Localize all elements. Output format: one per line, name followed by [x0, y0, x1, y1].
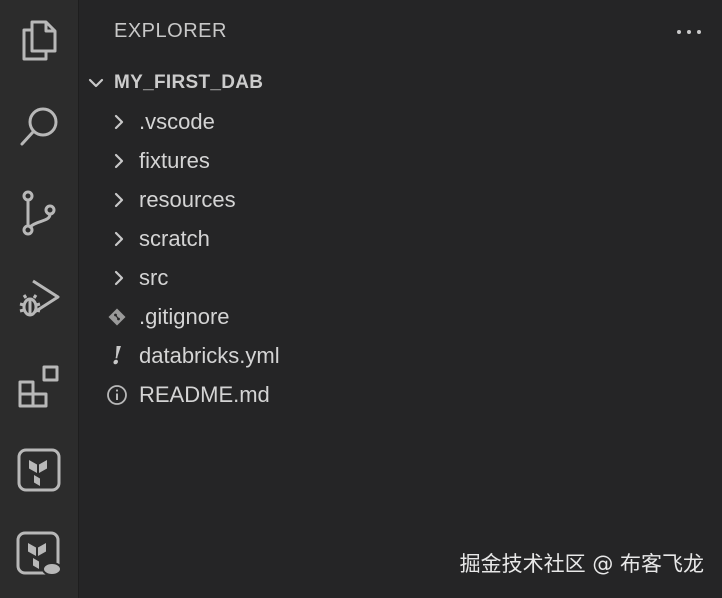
yaml-icon: ! [111, 341, 123, 370]
chevron-right-icon[interactable] [109, 258, 129, 297]
source-control-button[interactable] [0, 181, 78, 245]
chevron-right-icon[interactable] [109, 180, 129, 219]
git-icon [105, 297, 129, 336]
search-button[interactable] [0, 95, 78, 159]
tree-root-my-first-dab[interactable]: MY_FIRST_DAB [79, 64, 722, 102]
explorer-sidebar: EXPLORER MY_FIRST_DAB .vscode fixtures r… [79, 0, 722, 598]
more-actions-button[interactable] [674, 20, 704, 44]
vscode-window: EXPLORER MY_FIRST_DAB .vscode fixtures r… [0, 0, 722, 598]
terraform-cloud-icon [16, 531, 62, 576]
run-debug-button[interactable] [0, 266, 78, 330]
tree-item-label: README.md [139, 382, 270, 407]
chevron-right-icon[interactable] [109, 141, 129, 180]
activity-bar [0, 0, 79, 598]
tree-item-vscode[interactable]: .vscode [79, 102, 722, 141]
extensions-icon [18, 365, 59, 408]
tree-item-fixtures[interactable]: fixtures [79, 141, 722, 180]
tree-root-label: MY_FIRST_DAB [114, 72, 264, 93]
tree-item-resources[interactable]: resources [79, 180, 722, 219]
tree-item-label: resources [139, 187, 236, 212]
tree-item-label: .gitignore [139, 304, 230, 329]
tree-item-label: fixtures [139, 148, 210, 173]
tree-item-src[interactable]: src [79, 258, 722, 297]
search-icon [20, 107, 58, 146]
info-icon [105, 375, 129, 414]
source-control-icon [22, 190, 56, 236]
tree-item-databricks-yml[interactable]: ! databricks.yml [79, 336, 722, 375]
tree-item-label: databricks.yml [139, 343, 280, 368]
explorer-title: EXPLORER [114, 20, 227, 42]
terraform-button[interactable] [0, 438, 78, 502]
watermark: 掘金技术社区 @ 布客飞龙 [459, 552, 704, 576]
extensions-button[interactable] [0, 354, 78, 418]
tree-item-scratch[interactable]: scratch [79, 219, 722, 258]
terraform-cloud-button[interactable] [0, 522, 78, 586]
tree-item-label: .vscode [139, 109, 215, 134]
tree-item-label: src [139, 265, 169, 290]
terraform-icon [17, 448, 61, 492]
tree-item-gitignore[interactable]: .gitignore [79, 297, 722, 336]
files-icon [22, 20, 57, 61]
chevron-down-icon[interactable] [86, 64, 106, 102]
file-tree: MY_FIRST_DAB .vscode fixtures resources [79, 64, 722, 414]
chevron-right-icon[interactable] [109, 219, 129, 258]
tree-item-readme-md[interactable]: README.md [79, 375, 722, 414]
ellipsis-icon [677, 30, 701, 34]
run-debug-icon [19, 279, 60, 317]
chevron-right-icon[interactable] [109, 102, 129, 141]
explorer-header: EXPLORER [79, 0, 722, 64]
tree-item-label: scratch [139, 226, 210, 251]
explorer-button[interactable] [0, 8, 78, 72]
